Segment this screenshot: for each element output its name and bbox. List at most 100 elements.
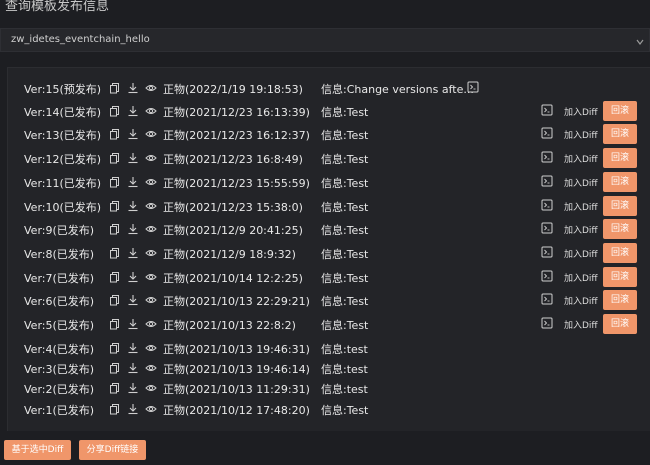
- add-diff-button[interactable]: 加入Diff: [564, 128, 598, 141]
- view-icon[interactable]: [145, 200, 157, 212]
- diff-selected-button[interactable]: 基于选中Diff: [4, 440, 71, 460]
- terminal-icon[interactable]: [541, 246, 553, 258]
- terminal-icon[interactable]: [541, 127, 553, 139]
- view-icon[interactable]: [145, 382, 157, 394]
- view-icon[interactable]: [145, 247, 157, 259]
- version-row: Ver:2(已发布) 正物(2021/10/13 11:29:31) 信息:test: [8, 378, 650, 400]
- version-row: Ver:9(已发布) 正物(2021/12/9 20:41:25) 信息:Test 加…: [8, 219, 650, 241]
- download-icon[interactable]: [127, 382, 139, 394]
- add-diff-button[interactable]: 加入Diff: [564, 200, 598, 213]
- view-icon[interactable]: [145, 223, 157, 235]
- terminal-icon[interactable]: [541, 270, 553, 282]
- version-author-time: 正物(2022/1/19 19:18:53): [163, 83, 303, 96]
- template-select[interactable]: zw_idetes_eventchain_hello: [0, 28, 650, 52]
- rollback-button[interactable]: 回滚: [603, 267, 637, 287]
- download-icon[interactable]: [127, 200, 139, 212]
- version-label: Ver:3(已发布): [24, 363, 95, 376]
- version-message: 信息:Test: [321, 201, 369, 214]
- copy-icon[interactable]: [109, 223, 121, 235]
- terminal-icon[interactable]: [541, 199, 553, 211]
- rollback-button[interactable]: 回滚: [603, 314, 637, 334]
- share-diff-link-button[interactable]: 分享Diff链接: [79, 440, 146, 460]
- download-icon[interactable]: [127, 247, 139, 259]
- copy-icon[interactable]: [109, 318, 121, 330]
- version-row: Ver:5(已发布) 正物(2021/10/13 22:8:2) 信息:Test 加入…: [8, 314, 650, 336]
- view-icon[interactable]: [145, 82, 157, 94]
- version-label: Ver:7(已发布): [24, 272, 95, 285]
- rollback-button[interactable]: 回滚: [603, 148, 637, 168]
- view-icon[interactable]: [145, 403, 157, 415]
- copy-icon[interactable]: [109, 271, 121, 283]
- rollback-button[interactable]: 回滚: [603, 196, 637, 216]
- download-icon[interactable]: [127, 403, 139, 415]
- view-icon[interactable]: [145, 362, 157, 374]
- view-icon[interactable]: [145, 294, 157, 306]
- terminal-icon[interactable]: [541, 293, 553, 305]
- add-diff-button[interactable]: 加入Diff: [564, 294, 598, 307]
- copy-icon[interactable]: [109, 200, 121, 212]
- copy-icon[interactable]: [109, 176, 121, 188]
- download-icon[interactable]: [127, 362, 139, 374]
- add-diff-button[interactable]: 加入Diff: [564, 271, 598, 284]
- version-label: Ver:5(已发布): [24, 319, 95, 332]
- download-icon[interactable]: [127, 318, 139, 330]
- rollback-button[interactable]: 回滚: [603, 219, 637, 239]
- copy-icon[interactable]: [109, 382, 121, 394]
- version-author-time: 正物(2021/12/23 15:55:59): [163, 177, 310, 190]
- download-icon[interactable]: [127, 105, 139, 117]
- terminal-icon[interactable]: [541, 175, 553, 187]
- view-icon[interactable]: [145, 271, 157, 283]
- copy-icon[interactable]: [109, 105, 121, 117]
- version-row: Ver:4(已发布) 正物(2021/10/13 19:46:31) 信息:test: [8, 338, 650, 360]
- download-icon[interactable]: [127, 176, 139, 188]
- add-diff-button[interactable]: 加入Diff: [564, 223, 598, 236]
- chevron-down-icon[interactable]: [635, 33, 645, 45]
- terminal-icon[interactable]: [541, 104, 553, 116]
- add-diff-button[interactable]: 加入Diff: [564, 152, 598, 165]
- terminal-icon[interactable]: [467, 81, 479, 93]
- copy-icon[interactable]: [109, 362, 121, 374]
- download-icon[interactable]: [127, 223, 139, 235]
- view-icon[interactable]: [145, 105, 157, 117]
- version-row: Ver:13(已发布) 正物(2021/12/23 16:12:37) 信息:Tes…: [8, 124, 650, 146]
- download-icon[interactable]: [127, 152, 139, 164]
- version-message: 信息:Test: [321, 295, 369, 308]
- terminal-icon[interactable]: [541, 222, 553, 234]
- version-label: Ver:14(已发布): [24, 106, 102, 119]
- download-icon[interactable]: [127, 82, 139, 94]
- rollback-button[interactable]: 回滚: [603, 124, 637, 144]
- add-diff-button[interactable]: 加入Diff: [564, 318, 598, 331]
- copy-icon[interactable]: [109, 294, 121, 306]
- download-icon[interactable]: [127, 342, 139, 354]
- add-diff-button[interactable]: 加入Diff: [564, 176, 598, 189]
- rollback-button[interactable]: 回滚: [603, 172, 637, 192]
- rollback-button[interactable]: 回滚: [603, 243, 637, 263]
- add-diff-button[interactable]: 加入Diff: [564, 247, 598, 260]
- copy-icon[interactable]: [109, 82, 121, 94]
- version-message: 信息:Change versions afte...: [321, 83, 474, 96]
- terminal-icon[interactable]: [541, 317, 553, 329]
- view-icon[interactable]: [145, 318, 157, 330]
- copy-icon[interactable]: [109, 403, 121, 415]
- version-message: 信息:Test: [321, 319, 369, 332]
- add-diff-button[interactable]: 加入Diff: [564, 105, 598, 118]
- view-icon[interactable]: [145, 176, 157, 188]
- version-message: 信息:Test: [321, 129, 369, 142]
- view-icon[interactable]: [145, 342, 157, 354]
- copy-icon[interactable]: [109, 342, 121, 354]
- copy-icon[interactable]: [109, 128, 121, 140]
- version-label: Ver:2(已发布): [24, 383, 95, 396]
- download-icon[interactable]: [127, 128, 139, 140]
- view-icon[interactable]: [145, 128, 157, 140]
- download-icon[interactable]: [127, 271, 139, 283]
- view-icon[interactable]: [145, 152, 157, 164]
- download-icon[interactable]: [127, 294, 139, 306]
- rollback-button[interactable]: 回滚: [603, 290, 637, 310]
- copy-icon[interactable]: [109, 152, 121, 164]
- version-author-time: 正物(2021/12/9 20:41:25): [163, 224, 303, 237]
- version-label: Ver:15(预发布): [24, 83, 102, 96]
- rollback-button[interactable]: 回滚: [603, 101, 637, 121]
- version-author-time: 正物(2021/10/13 11:29:31): [163, 383, 310, 396]
- terminal-icon[interactable]: [541, 151, 553, 163]
- copy-icon[interactable]: [109, 247, 121, 259]
